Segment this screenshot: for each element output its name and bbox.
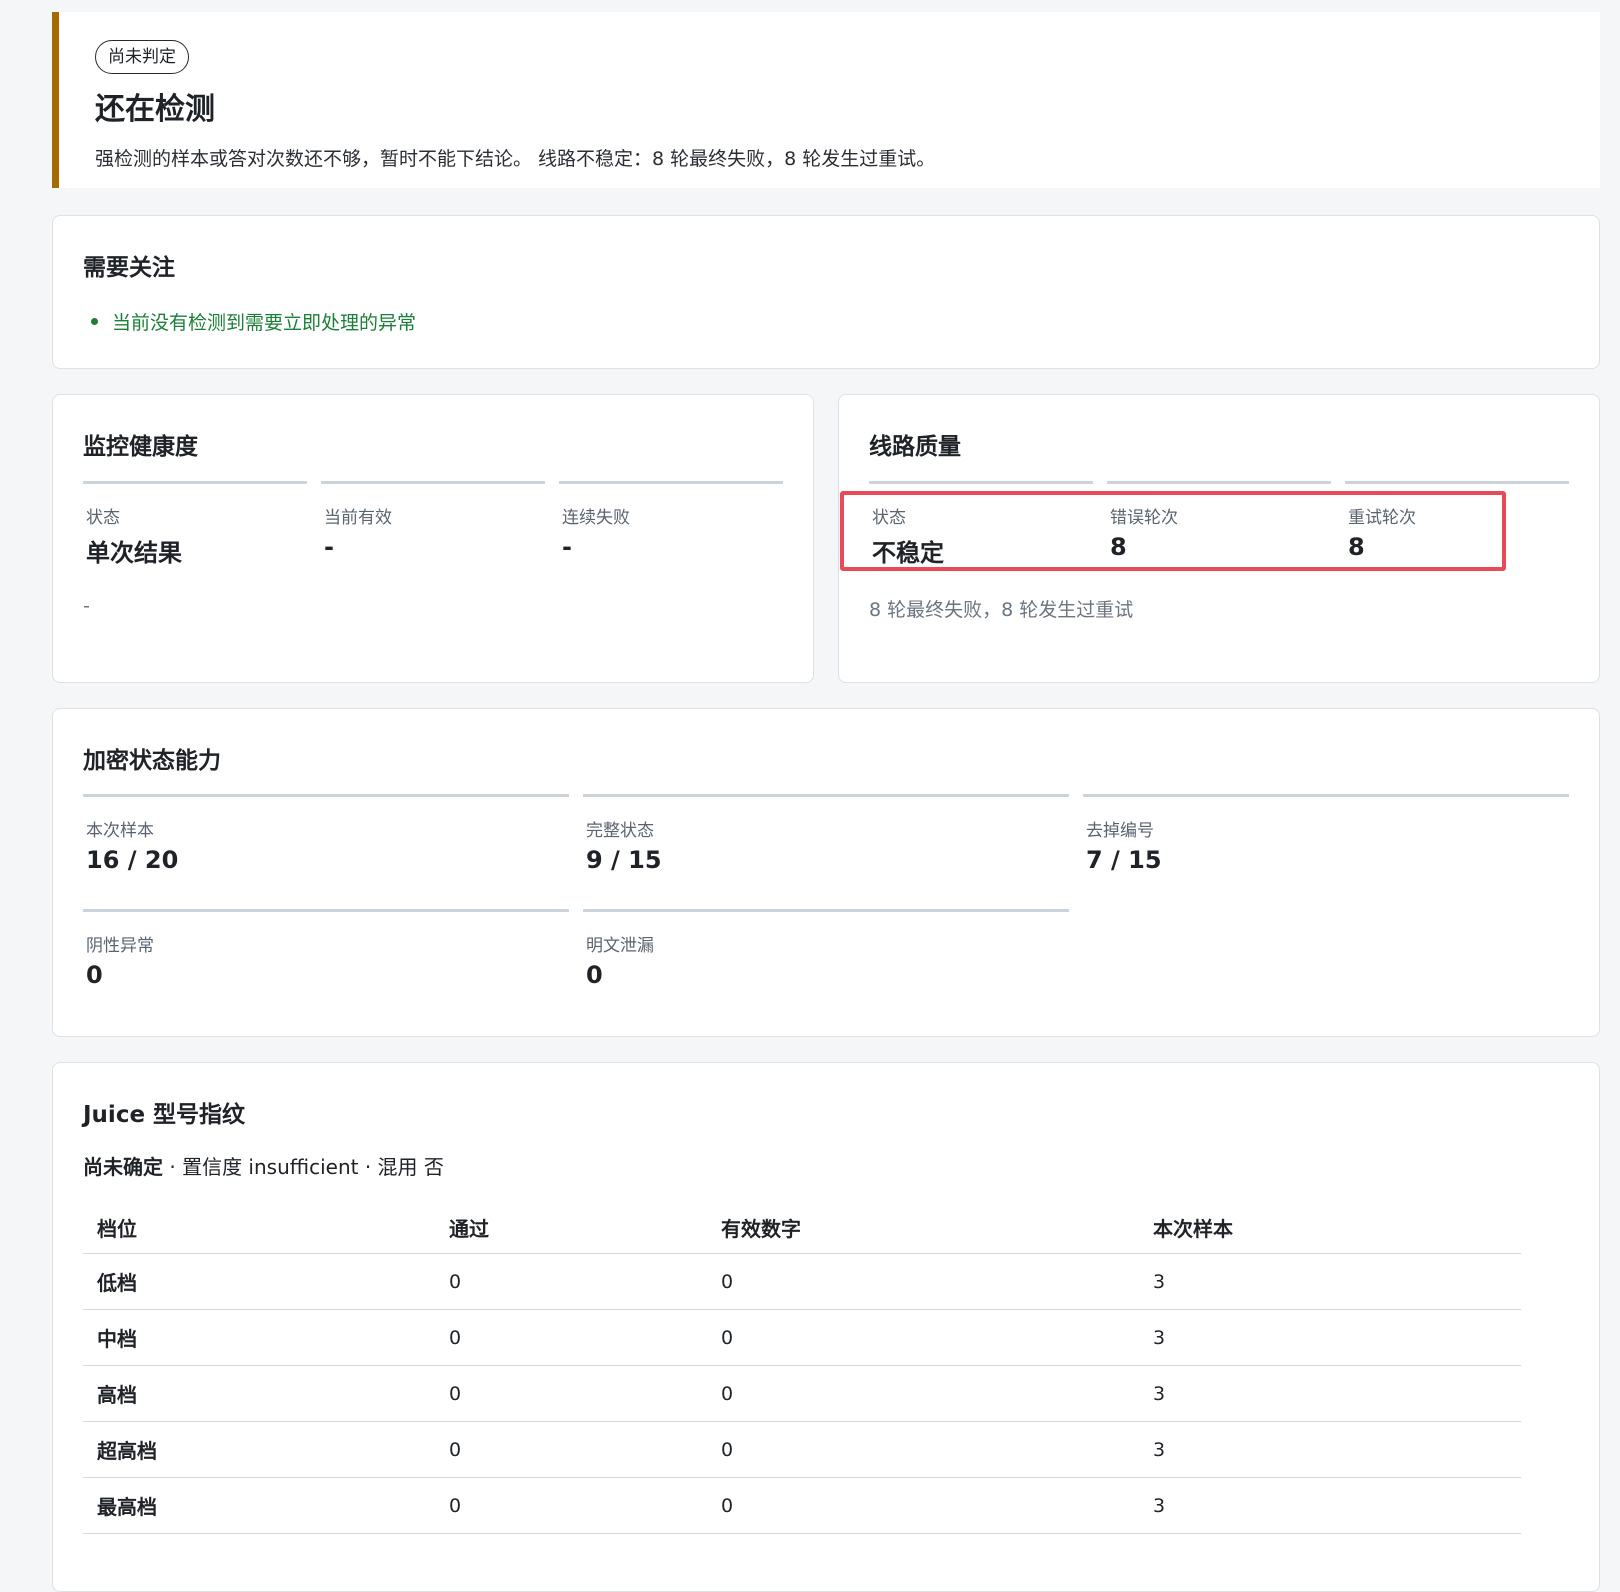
metric-divider	[321, 481, 545, 484]
line-quality-title: 线路质量	[869, 434, 961, 460]
cell-valid: 0	[707, 1365, 1139, 1422]
metric-label: 去掉编号	[1086, 821, 1154, 841]
attention-title: 需要关注	[83, 255, 175, 281]
cell-valid: 0	[707, 1477, 1139, 1534]
cell-tier: 最高档	[83, 1477, 435, 1534]
metric-label: 连续失败	[562, 508, 630, 528]
metric-divider	[1083, 794, 1569, 797]
attention-item-text: 当前没有检测到需要立即处理的异常	[112, 312, 417, 334]
metric-status: 状态 单次结果	[83, 481, 307, 567]
cell-tier: 低档	[83, 1253, 435, 1310]
verdict-banner: 尚未判定 还在检测 强检测的样本或答对次数还不够，暂时不能下结论。 线路不稳定：…	[52, 12, 1600, 188]
metric-value: 16 / 20	[86, 846, 179, 874]
fingerprint-title: Juice 型号指纹	[83, 1102, 246, 1128]
table-row: 低档 0 0 3	[83, 1253, 1521, 1310]
cell-samples: 3	[1139, 1253, 1521, 1310]
cell-tier: 超高档	[83, 1421, 435, 1478]
cell-tier: 中档	[83, 1309, 435, 1366]
metric-label: 阴性异常	[86, 936, 154, 956]
metric-divider	[1345, 481, 1569, 484]
metric-value: 9 / 15	[586, 846, 662, 874]
metric-full-state: 完整状态 9 / 15	[583, 794, 1069, 874]
metric-plaintext-leak: 明文泄漏 0	[583, 909, 1069, 989]
metric-divider	[83, 794, 569, 797]
cell-pass: 0	[435, 1477, 707, 1534]
metric-value: 单次结果	[86, 539, 182, 567]
metric-divider	[869, 481, 1093, 484]
cell-pass: 0	[435, 1365, 707, 1422]
line-quality-note: 8 轮最终失败，8 轮发生过重试	[869, 599, 1134, 621]
verdict-badge: 尚未判定	[95, 40, 189, 74]
fingerprint-status: 尚未确定	[83, 1155, 163, 1179]
cell-samples: 3	[1139, 1365, 1521, 1422]
monitor-health-title: 监控健康度	[83, 434, 198, 460]
metric-value: 0	[586, 961, 603, 989]
table-header-row: 档位 通过 有效数字 本次样本	[83, 1201, 1521, 1254]
verdict-description: 强检测的样本或答对次数还不够，暂时不能下结论。 线路不稳定：8 轮最终失败，8 …	[95, 148, 936, 170]
metric-divider	[1107, 481, 1331, 484]
cell-samples: 3	[1139, 1421, 1521, 1478]
attention-item: 当前没有检测到需要立即处理的异常	[91, 308, 416, 335]
column-header-samples: 本次样本	[1139, 1201, 1521, 1254]
bullet-icon	[91, 318, 98, 325]
metric-divider	[83, 909, 569, 912]
cell-samples: 3	[1139, 1477, 1521, 1534]
cell-valid: 0	[707, 1309, 1139, 1366]
column-header-pass: 通过	[435, 1201, 707, 1254]
cell-valid: 0	[707, 1421, 1139, 1478]
cell-pass: 0	[435, 1309, 707, 1366]
encryption-card: 加密状态能力 本次样本 16 / 20 完整状态 9 / 15 去掉编号 7 /…	[52, 708, 1600, 1037]
metric-sample: 本次样本 16 / 20	[83, 794, 569, 874]
metric-label: 状态	[86, 508, 120, 528]
metric-label: 当前有效	[324, 508, 392, 528]
metric-current-valid: 当前有效 -	[321, 481, 545, 561]
metric-divider	[583, 794, 1069, 797]
highlight-box	[840, 491, 1506, 571]
line-quality-card: 线路质量 状态 不稳定 错误轮次 8 重试轮次 8 8 轮最终失败，8 轮发生过…	[838, 394, 1600, 683]
metric-divider	[583, 909, 1069, 912]
table-row: 最高档 0 0 3	[83, 1477, 1521, 1534]
cell-tier: 高档	[83, 1365, 435, 1422]
table-row: 超高档 0 0 3	[83, 1421, 1521, 1478]
table-row: 中档 0 0 3	[83, 1309, 1521, 1366]
metric-label: 完整状态	[586, 821, 654, 841]
attention-card: 需要关注 当前没有检测到需要立即处理的异常	[52, 215, 1600, 369]
metric-divider	[83, 481, 307, 484]
fingerprint-summary: 尚未确定 · 置信度 insufficient · 混用 否	[83, 1151, 444, 1180]
verdict-title: 还在检测	[95, 92, 215, 127]
cell-samples: 3	[1139, 1309, 1521, 1366]
encryption-title: 加密状态能力	[83, 748, 221, 774]
metric-negative-anomaly: 阴性异常 0	[83, 909, 569, 989]
metric-divider	[559, 481, 783, 484]
metric-label: 明文泄漏	[586, 936, 654, 956]
fingerprint-card: Juice 型号指纹 尚未确定 · 置信度 insufficient · 混用 …	[52, 1062, 1600, 1592]
metric-value: -	[324, 533, 334, 561]
cell-valid: 0	[707, 1253, 1139, 1310]
monitor-health-note: -	[83, 595, 90, 617]
column-header-valid-digits: 有效数字	[707, 1201, 1139, 1254]
metric-consecutive-failures: 连续失败 -	[559, 481, 783, 561]
metric-label: 本次样本	[86, 821, 154, 841]
column-header-tier: 档位	[83, 1201, 435, 1254]
cell-pass: 0	[435, 1253, 707, 1310]
metric-value: 7 / 15	[1086, 846, 1162, 874]
monitor-health-card: 监控健康度 状态 单次结果 当前有效 - 连续失败 - -	[52, 394, 814, 683]
fingerprint-summary-detail: · 置信度 insufficient · 混用 否	[163, 1155, 444, 1179]
fingerprint-table: 档位 通过 有效数字 本次样本 低档 0 0 3 中档 0 0 3 高档 0 0…	[83, 1201, 1521, 1534]
table-row: 高档 0 0 3	[83, 1365, 1521, 1422]
metric-strip-id: 去掉编号 7 / 15	[1083, 794, 1569, 874]
metric-value: -	[562, 533, 572, 561]
cell-pass: 0	[435, 1421, 707, 1478]
metric-value: 0	[86, 961, 103, 989]
